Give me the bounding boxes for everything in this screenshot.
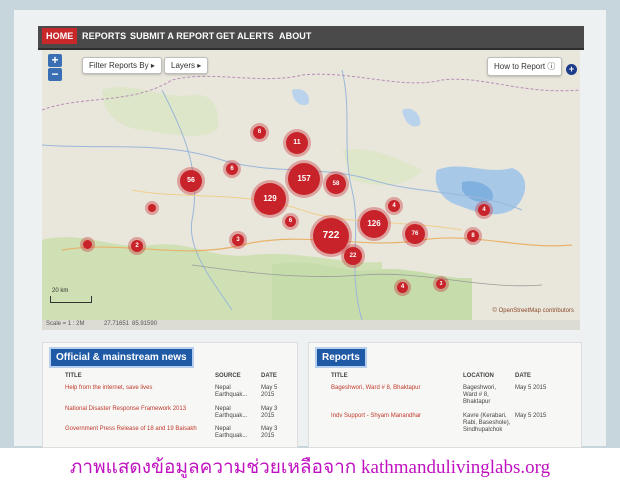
report-cluster-marker[interactable]: 4 [397,282,408,293]
chevron-right-icon: ▸ [197,61,202,70]
reports-panel: Reports TITLE LOCATION DATE Bageshwori, … [308,342,582,448]
info-circle-icon: ⓘ [547,62,556,71]
layers-dropdown[interactable]: Layers ▸ [164,57,209,74]
map-coordinates-bar: Scale = 1 : 2M 27.71651 85.91590 [42,320,580,330]
report-cluster-marker[interactable] [148,204,156,212]
scale-readout: Scale = 1 : 2M [46,321,85,327]
zoom-in-button[interactable]: + [48,54,62,67]
layers-label: Layers [171,61,196,70]
latitude-readout: 27.71651 [104,321,130,327]
zoom-out-button[interactable]: − [48,68,62,81]
report-cluster-marker[interactable]: 8 [467,230,479,242]
map-view[interactable]: + − Filter Reports By ▸ Layers ▸ How to … [42,50,580,320]
report-cluster-marker[interactable] [83,240,92,249]
report-cluster-marker[interactable]: 129 [254,183,286,215]
reports-row-date: May 5 2015 [515,413,547,419]
news-row-title[interactable]: Help from the internet, save lives [65,385,205,392]
add-plus-icon[interactable]: + [566,64,577,75]
nav-submit-report[interactable]: SUBMIT A REPORT [130,31,214,41]
how-to-report-label: How to Report [494,62,546,71]
longitude-readout: 85.91590 [132,321,158,327]
report-cluster-marker[interactable]: 3 [232,234,244,246]
reports-col-date: DATE [515,373,531,379]
news-row-title[interactable]: Government Press Release of 18 and 19 Ba… [65,426,205,433]
reports-row-location: Bageshwori, Ward # 8, Bhaktapur [463,385,497,405]
osm-credit[interactable]: © OpenStreetMap contributors [493,308,574,314]
report-cluster-marker[interactable]: 22 [344,247,362,265]
news-row-source: Nepal Earthquak... [215,406,248,419]
reports-row-date: May 5 2015 [515,385,547,391]
nav-about[interactable]: ABOUT [279,31,312,41]
main-navbar: HOME REPORTS SUBMIT A REPORT GET ALERTS … [38,26,584,50]
news-panel: Official & mainstream news TITLE SOURCE … [42,342,298,448]
nav-home[interactable]: HOME [42,28,78,44]
news-row-source: Nepal Earthquak... [215,426,248,439]
news-row-title[interactable]: National Disaster Response Framework 201… [65,406,205,413]
news-col-source: SOURCE [215,373,241,379]
report-cluster-marker[interactable]: 6 [253,126,266,139]
report-cluster-marker[interactable]: 4 [478,204,490,216]
report-cluster-marker[interactable]: 157 [288,163,320,195]
scale-bar-label: 20 km [52,288,69,294]
reports-row-title[interactable]: Indv Support - Shyam Manandhar [331,413,457,420]
news-col-date: DATE [261,373,277,379]
report-cluster-marker[interactable]: 4 [388,200,400,212]
scale-bar [50,296,92,303]
reports-row-location: Kavre (Kerabari, Rabi, Baseshole), Sindh… [463,413,511,433]
nav-reports[interactable]: REPORTS [82,31,126,41]
report-cluster-marker[interactable]: 2 [131,240,143,252]
report-cluster-marker[interactable]: 76 [405,224,425,244]
news-row-date: May 5 2015 [261,385,278,398]
report-cluster-marker[interactable]: 58 [326,174,346,194]
filter-reports-dropdown[interactable]: Filter Reports By ▸ [82,57,162,74]
filter-reports-label: Filter Reports By [89,61,149,70]
reports-panel-heading: Reports [315,347,367,368]
image-caption: ภาพแสดงข้อมูลความช่วยเหลือจาก kathmandul… [69,457,551,478]
report-cluster-marker[interactable]: 3 [436,279,446,289]
reports-row-title[interactable]: Bageshwori, Ward # 8, Bhaktapur [331,385,457,392]
reports-col-location: LOCATION [463,373,494,379]
report-cluster-marker[interactable]: 56 [180,170,202,192]
how-to-report-button[interactable]: How to Report ⓘ [487,57,563,76]
news-row-date: May 3 2015 [261,426,278,439]
news-row-source: Nepal Earthquak... [215,385,248,398]
news-row-date: May 3 2015 [261,406,278,419]
chevron-right-icon: ▸ [150,61,155,70]
report-cluster-marker[interactable]: 6 [285,216,296,227]
report-cluster-marker[interactable]: 11 [286,132,308,154]
report-cluster-marker[interactable]: 126 [360,210,388,238]
nav-get-alerts[interactable]: GET ALERTS [216,31,274,41]
report-cluster-marker[interactable]: 722 [313,218,349,254]
report-cluster-marker[interactable]: 6 [226,163,238,175]
news-panel-heading: Official & mainstream news [49,347,194,368]
news-col-title: TITLE [65,373,82,379]
reports-col-title: TITLE [331,373,348,379]
